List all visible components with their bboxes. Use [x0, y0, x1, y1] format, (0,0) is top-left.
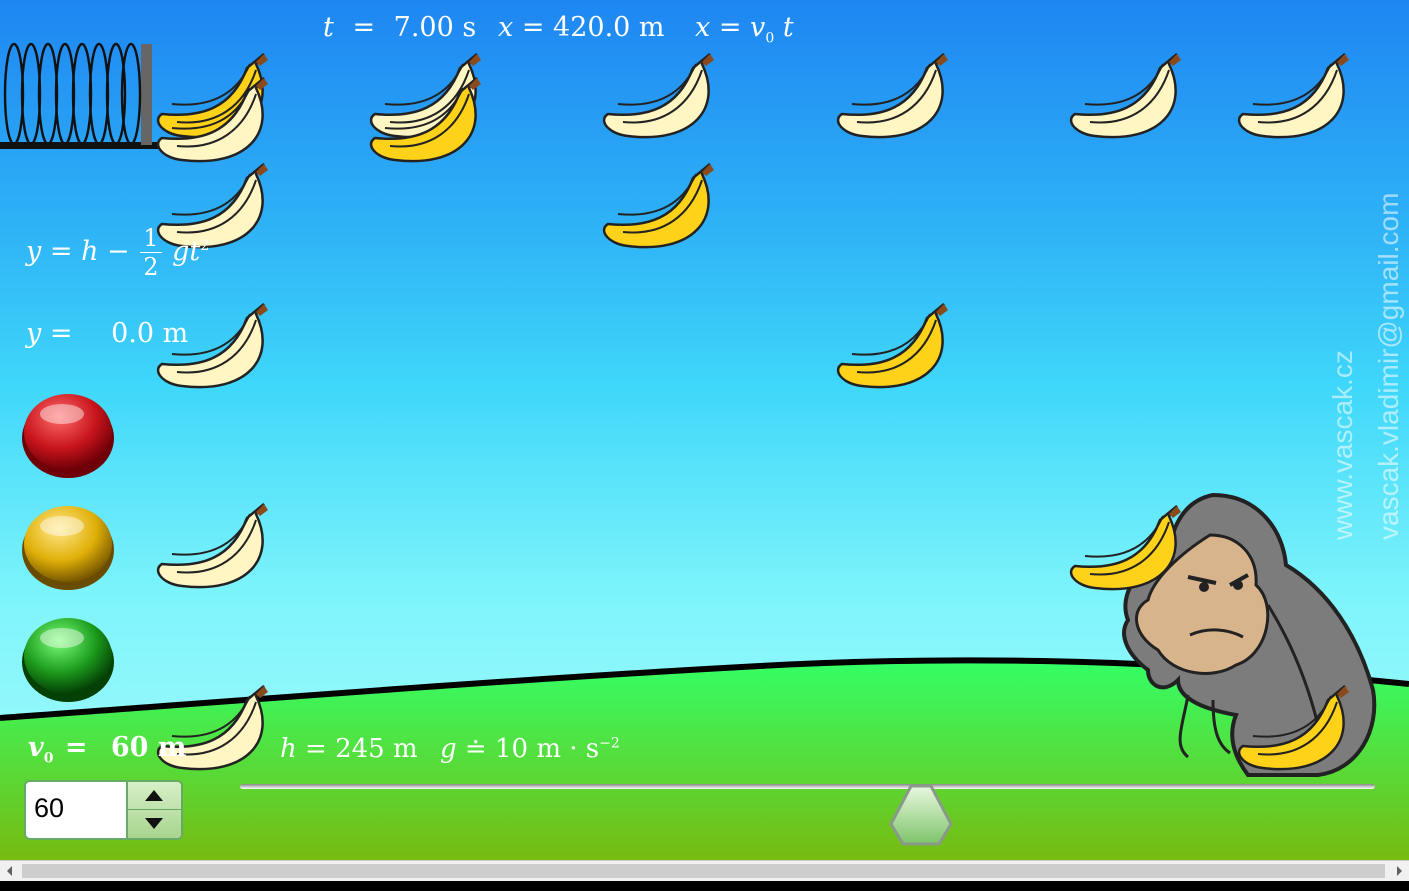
x-formula-lhs: x: [695, 12, 711, 43]
y-formula: y = h − 1 2 gt2: [26, 224, 209, 281]
x-formula-v: v: [750, 12, 766, 43]
speed-input[interactable]: [26, 782, 138, 834]
arrow-down-icon: [145, 818, 163, 829]
time-label: t: [323, 12, 334, 43]
scroll-thumb[interactable]: [22, 864, 1385, 878]
arrow-up-icon: [145, 790, 163, 801]
distance-value: 420.0 m: [553, 12, 665, 43]
v0-readout: v0 = 60 m: [28, 732, 186, 766]
v0-label: v: [28, 732, 44, 763]
h-value: = 245 m: [305, 734, 418, 764]
stepper-up-button[interactable]: [128, 782, 181, 810]
y-formula-sup: 2: [200, 238, 210, 254]
stepper-arrows: [126, 782, 181, 838]
x-formula-t: t: [782, 12, 794, 43]
time-readout: t = 7.00 s: [323, 12, 476, 43]
time-eq: =: [352, 12, 376, 43]
g-value: ≐ 10 m · s: [464, 734, 600, 764]
banana-16: [1237, 685, 1349, 771]
banana-13: [1069, 53, 1181, 139]
v0-sub: 0: [43, 750, 54, 767]
height-eq: =: [49, 318, 73, 349]
green-button[interactable]: [20, 612, 116, 704]
v0-eq: =: [64, 732, 88, 763]
scroll-right-button[interactable]: [1389, 861, 1409, 881]
y-formula-den: 2: [143, 253, 159, 281]
distance-eq: =: [521, 12, 545, 43]
y-formula-num: 1: [140, 224, 162, 253]
distance-readout: x = 420.0 m: [498, 12, 665, 43]
spring-launcher: [0, 42, 158, 149]
banana-10: [602, 163, 714, 249]
height-value: 0.0 m: [111, 318, 189, 349]
banana-15: [1069, 505, 1181, 591]
speed-slider-thumb[interactable]: [889, 784, 953, 846]
height-readout: y = 0.0 m: [26, 318, 188, 349]
h-readout: h = 245 m: [280, 734, 418, 764]
x-formula: x = v0 t: [695, 12, 794, 46]
y-formula-fraction: 1 2: [140, 224, 162, 281]
banana-12: [836, 303, 948, 389]
g-exp: −2: [599, 735, 620, 752]
y-formula-tail: gt: [172, 236, 201, 267]
simulation-stage: t = 7.00 s x = 420.0 m x = v0 t y = h − …: [0, 0, 1409, 860]
banana-11: [836, 53, 948, 139]
banana-2: [156, 77, 268, 163]
banana-8: [369, 77, 481, 163]
speed-slider-track[interactable]: [240, 784, 1375, 789]
yellow-button[interactable]: [20, 500, 116, 592]
banana-9: [602, 53, 714, 139]
h-label: h: [280, 734, 297, 764]
watermark-email: vascak.vladimir@gmail.com: [1373, 192, 1404, 540]
horizontal-scrollbar[interactable]: [0, 860, 1409, 881]
distance-label: x: [498, 12, 514, 43]
red-button[interactable]: [20, 388, 116, 480]
scroll-left-button[interactable]: [0, 861, 20, 881]
time-value: 7.00 s: [393, 12, 477, 43]
g-label: g: [440, 734, 457, 764]
speed-stepper[interactable]: [24, 780, 183, 840]
scroll-right-icon: [1397, 866, 1402, 876]
banana-14: [1237, 53, 1349, 139]
height-label: y: [26, 318, 42, 349]
y-formula-mid: = h −: [49, 236, 130, 267]
banana-5: [156, 503, 268, 589]
x-formula-sub: 0: [765, 30, 775, 47]
author-watermark: www.vascak.cz vascak.vladimir@gmail.com: [1320, 193, 1409, 540]
y-formula-lhs: y: [26, 236, 42, 267]
v0-value: 60 m: [110, 732, 187, 763]
x-formula-eq: =: [718, 12, 742, 43]
stepper-down-button[interactable]: [128, 810, 181, 837]
scroll-left-icon: [7, 866, 12, 876]
g-readout: g ≐ 10 m · s−2: [440, 734, 620, 764]
watermark-site: www.vascak.cz: [1327, 350, 1358, 540]
